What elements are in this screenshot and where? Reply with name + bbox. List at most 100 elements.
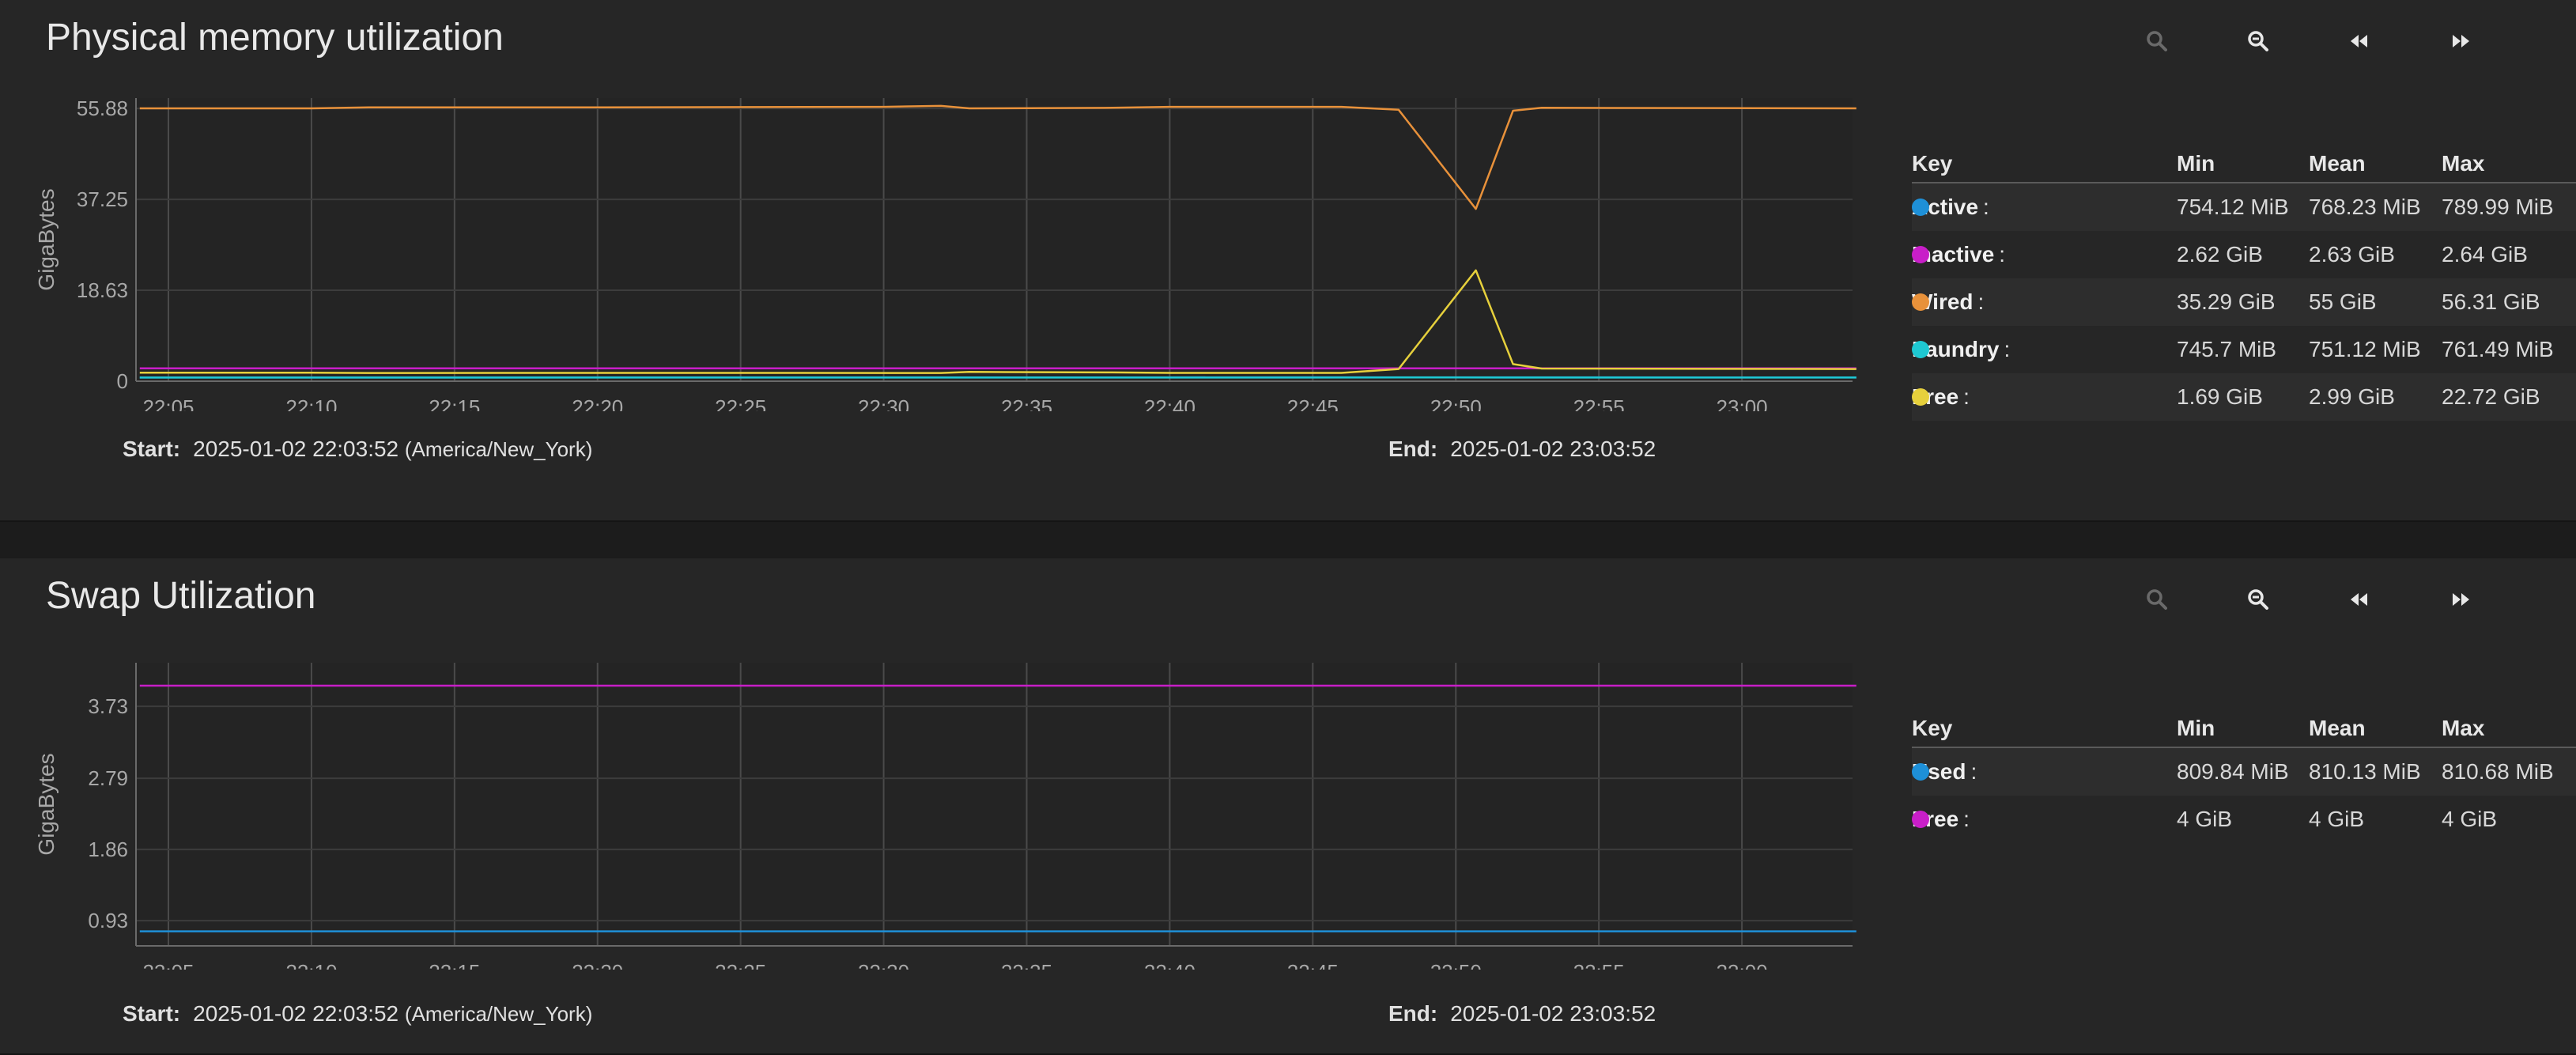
x-tick-label: 22:20: [572, 395, 623, 411]
zoom-in-icon: [2144, 586, 2170, 613]
x-tick-label: 22:55: [1573, 960, 1625, 970]
end-time: End: 2025-01-02 23:03:52: [1388, 437, 1656, 462]
x-tick-label: 22:25: [715, 395, 766, 411]
zoom-in-icon: [2144, 28, 2170, 55]
y-tick-label: 37.25: [77, 187, 128, 211]
y-tick-label: 55.88: [77, 96, 128, 120]
x-tick-label: 22:35: [1001, 395, 1052, 411]
legend-mean-value: 4 GiB: [2309, 807, 2364, 832]
legend-row-inactive[interactable]: Inactive:2.62 GiB2.63 GiB2.64 GiB: [1912, 231, 2576, 278]
end-value: 2025-01-02 23:03:52: [1450, 437, 1656, 461]
rewind-button[interactable]: [2337, 582, 2381, 617]
series-color-dot: [1912, 763, 1929, 781]
legend-mean-value: 768.23 MiB: [2309, 195, 2421, 220]
end-label: End:: [1388, 437, 1437, 461]
x-tick-label: 22:10: [285, 960, 337, 970]
x-tick-label: 23:00: [1717, 960, 1768, 970]
x-tick-label: 23:00: [1717, 395, 1768, 411]
x-tick-label: 22:20: [572, 960, 623, 970]
legend-mean-value: 55 GiB: [2309, 289, 2377, 315]
legend-mean-value: 2.99 GiB: [2309, 384, 2395, 410]
rewind-button[interactable]: [2337, 24, 2381, 59]
legend-mean-value: 810.13 MiB: [2309, 759, 2421, 785]
legend-header-min: Min: [2177, 151, 2215, 176]
swap-chart: 22:0522:1022:1522:2022:2522:3022:3522:40…: [0, 558, 1898, 970]
start-timezone: (America/New_York): [405, 437, 592, 461]
fast-forward-button[interactable]: [2438, 582, 2483, 617]
legend-min-value: 2.62 GiB: [2177, 242, 2263, 267]
start-label: Start:: [123, 1001, 180, 1026]
series-color-dot: [1912, 811, 1929, 828]
legend-row-free[interactable]: Free: 4 GiB 4 GiB 4 GiB: [1912, 796, 2576, 843]
rewind-icon: [2346, 586, 2373, 613]
x-tick-label: 22:40: [1144, 960, 1195, 970]
legend-min-value: 35.29 GiB: [2177, 289, 2276, 315]
legend-max-value: 789.99 MiB: [2442, 195, 2554, 220]
legend-key: Laundry:: [1912, 337, 2010, 362]
series-color-dot: [1912, 246, 1929, 263]
legend-row-wired[interactable]: Wired:35.29 GiB55 GiB56.31 GiB: [1912, 278, 2576, 326]
zoom-out-button[interactable]: [2236, 582, 2280, 617]
x-tick-label: 22:50: [1430, 395, 1482, 411]
fast-forward-icon: [2447, 586, 2474, 613]
legend-header: KeyMinMeanMax: [1912, 710, 2576, 748]
legend-row-used[interactable]: Used:809.84 MiB810.13 MiB810.68 MiB: [1912, 748, 2576, 796]
y-axis-title: GigaBytes: [34, 188, 59, 290]
x-tick-label: 22:35: [1001, 960, 1052, 970]
legend-min-value: 809.84 MiB: [2177, 759, 2289, 785]
x-tick-label: 22:50: [1430, 960, 1482, 970]
y-tick-label: 0.93: [88, 909, 128, 932]
chart-legend: KeyMinMeanMaxActive:754.12 MiB768.23 MiB…: [1912, 146, 2576, 421]
x-tick-label: 22:40: [1144, 395, 1195, 411]
swap-card: Swap Utilization 22:0522:1022:1522:2022:…: [0, 558, 2576, 1055]
legend-row-laundry[interactable]: Laundry:745.7 MiB751.12 MiB761.49 MiB: [1912, 326, 2576, 373]
memory-chart: 22:05 22:10 22:15 22:20 22:25 22:30 22:35 22:40…: [0, 0, 1898, 411]
end-label: End:: [1388, 1001, 1437, 1026]
x-tick-label: 22:05: [142, 960, 194, 970]
start-value: 2025-01-02 22:03:52: [193, 1001, 398, 1026]
legend-key: Wired:: [1912, 289, 1984, 315]
legend-min-value: 1.69 GiB: [2177, 384, 2263, 410]
x-tick-label: 22:30: [858, 395, 909, 411]
plot-area: [136, 98, 1853, 381]
legend-key: Free:: [1912, 384, 1970, 410]
end-time: End: 2025-01-02 23:03:52: [1388, 1001, 1656, 1027]
series-color-dot: [1912, 199, 1929, 216]
x-tick-label: 22:25: [715, 960, 766, 970]
legend-mean-value: 751.12 MiB: [2309, 337, 2421, 362]
end-value: 2025-01-02 23:03:52: [1450, 1001, 1656, 1026]
x-tick-label: 22:15: [429, 395, 480, 411]
x-tick-label: 22:05: [142, 395, 194, 411]
legend-row-free[interactable]: Free: 1.69 GiB 2.99 GiB 22.72 GiB: [1912, 373, 2576, 421]
legend-key: Inactive:: [1912, 242, 2005, 267]
x-tick-label: 22:30: [858, 960, 909, 970]
start-time: Start: 2025-01-02 22:03:52 (America/New_Y…: [123, 1001, 592, 1027]
legend-key: Active:: [1912, 195, 1989, 220]
zoom-out-button[interactable]: [2236, 24, 2280, 59]
y-tick-label: 0: [117, 369, 128, 393]
legend-max-value: 4 GiB: [2442, 807, 2497, 832]
y-axis-title: GigaBytes: [34, 753, 59, 855]
y-tick-label: 3.73: [88, 694, 128, 718]
x-tick-label: 22:45: [1287, 960, 1339, 970]
zoom-in-button[interactable]: [2135, 582, 2179, 617]
start-value: 2025-01-02 22:03:52: [193, 437, 398, 461]
legend-max-value: 22.72 GiB: [2442, 384, 2540, 410]
legend-min-value: 4 GiB: [2177, 807, 2232, 832]
legend-header-key: Key: [1912, 716, 1952, 741]
zoom-in-button[interactable]: [2135, 24, 2179, 59]
fast-forward-button[interactable]: [2438, 24, 2483, 59]
legend-header: KeyMinMeanMax: [1912, 146, 2576, 183]
legend-header-mean: Mean: [2309, 151, 2366, 176]
x-tick-label: 22:45: [1287, 395, 1339, 411]
legend-key: Free:: [1912, 807, 1970, 832]
legend-max-value: 810.68 MiB: [2442, 759, 2554, 785]
legend-row-active[interactable]: Active: 754.12 MiB 768.23 MiB 789.99 MiB: [1912, 183, 2576, 231]
start-timezone: (America/New_York): [405, 1002, 592, 1026]
legend-max-value: 2.64 GiB: [2442, 242, 2528, 267]
legend-min-value: 754.12 MiB: [2177, 195, 2289, 220]
y-tick-label: 1.86: [88, 838, 128, 861]
series-color-dot: [1912, 341, 1929, 358]
fast-forward-icon: [2447, 28, 2474, 55]
x-tick-label: 22:10: [285, 395, 337, 411]
